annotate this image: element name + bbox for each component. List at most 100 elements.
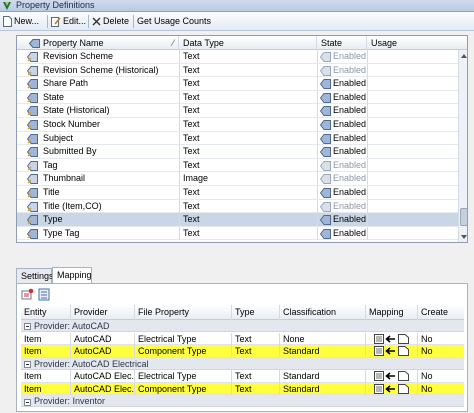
column-label: Property Name <box>43 38 104 48</box>
property-row[interactable]: Share Path Text Enabled <box>17 77 458 91</box>
property-row[interactable]: State (Historical) Text Enabled <box>17 104 458 118</box>
column-label: Entity <box>24 307 47 317</box>
delete-button[interactable]: Delete <box>92 14 129 29</box>
provider-group-label: Provider: AutoCAD Electrical <box>34 358 149 369</box>
mapping-direction-cell[interactable] <box>366 345 418 358</box>
scrollbar-thumb[interactable] <box>460 208 467 226</box>
mapping-row[interactable]: Item AutoCAD Elec... Electrical Type Text St… <box>21 370 464 383</box>
column-divider <box>367 63 368 77</box>
mapping-direction-cell[interactable] <box>366 332 418 345</box>
mapping-direction-cell[interactable] <box>366 370 418 383</box>
collapse-icon[interactable] <box>24 360 31 368</box>
provider-group-header[interactable]: Provider: Inventor <box>21 395 464 408</box>
tab-mapping[interactable]: Mapping <box>52 267 92 283</box>
column-header-mapping[interactable]: Mapping <box>366 305 418 320</box>
vertical-scrollbar[interactable] <box>458 50 467 242</box>
column-header-data-type[interactable]: Data Type <box>179 36 317 50</box>
data-type-cell: Text <box>183 118 200 129</box>
mapping-grid: Entity Provider File Property Type Class… <box>21 305 464 413</box>
property-row[interactable]: Thumbnail Image Enabled <box>17 172 458 186</box>
data-type-cell: Text <box>183 91 200 102</box>
property-row[interactable]: Subject Text Enabled <box>17 131 458 146</box>
property-row[interactable]: Title (Item,CO) Text Enabled <box>17 199 458 214</box>
mapping-row[interactable]: Item AutoCAD Elec... Component Type Text Sta… <box>21 382 464 396</box>
column-header-file-property[interactable]: File Property <box>135 305 232 320</box>
property-name-cell: Revision Scheme (Historical) <box>43 64 159 75</box>
column-header-create[interactable]: Create <box>418 305 464 320</box>
column-divider <box>367 145 368 159</box>
column-divider <box>317 185 318 199</box>
toolbar-separator <box>47 15 48 28</box>
property-row[interactable]: Tag Text Enabled <box>17 158 458 173</box>
column-divider <box>317 90 318 104</box>
property-name-cell: Share Path <box>43 78 89 89</box>
add-mapping-icon[interactable] <box>21 288 34 301</box>
new-document-icon <box>3 16 12 28</box>
data-type-cell: Text <box>183 64 200 75</box>
grid-header: Property Name ⁄ Data Type State Usage <box>17 36 467 50</box>
mapping-row[interactable]: Item AutoCAD Component Type Text Standard No <box>21 345 464 358</box>
edit-label: Edit... <box>63 16 87 26</box>
column-divider <box>179 77 180 91</box>
column-divider <box>367 226 368 240</box>
property-row[interactable]: Type Text Enabled <box>17 213 458 227</box>
state-cell: Enabled <box>333 132 367 143</box>
column-label: Classification <box>283 307 337 317</box>
property-row[interactable]: Submitted By Text Enabled <box>17 145 458 159</box>
column-divider <box>317 131 318 145</box>
column-divider <box>179 63 180 77</box>
column-divider <box>317 77 318 91</box>
column-filter-icon[interactable]: ⁄ <box>172 36 174 50</box>
property-tag-icon <box>26 147 38 158</box>
column-divider <box>317 145 318 159</box>
column-header-usage[interactable]: Usage <box>367 36 458 50</box>
edit-button[interactable]: Edit... <box>51 14 86 29</box>
mapping-row[interactable]: Item AutoCAD Electrical Type Text None No <box>21 332 464 346</box>
provider-group-header[interactable]: Provider: AutoCAD <box>21 320 464 332</box>
column-header-property-name[interactable]: Property Name ⁄ <box>17 36 179 50</box>
provider-cell: AutoCAD Elec... <box>71 382 135 395</box>
get-usage-counts-button[interactable]: Get Usage Counts <box>137 14 211 29</box>
state-cell: Enabled <box>333 64 367 75</box>
column-divider <box>367 77 368 91</box>
property-row[interactable]: Revision Scheme (Historical) Text Enabled <box>17 63 458 78</box>
column-divider <box>317 199 318 213</box>
property-tag-icon <box>26 174 38 185</box>
mapping-direction-cell[interactable] <box>366 382 418 395</box>
column-label: State <box>321 38 343 48</box>
collapse-icon[interactable] <box>24 398 31 406</box>
property-name-cell: Subject <box>43 132 74 143</box>
new-button[interactable]: New... <box>3 14 39 29</box>
column-header-provider[interactable]: Provider <box>71 305 135 320</box>
column-header-classification[interactable]: Classification <box>280 305 366 320</box>
scroll-down-icon[interactable] <box>461 235 467 239</box>
provider-group-header[interactable]: Provider: AutoCAD Electrical <box>21 357 464 370</box>
column-divider <box>367 104 368 118</box>
column-divider <box>179 213 180 227</box>
column-label: Mapping <box>369 307 404 317</box>
property-row[interactable]: Type Tag Text Enabled <box>17 226 458 241</box>
collapse-icon[interactable] <box>24 323 31 331</box>
property-tag-icon <box>29 39 40 48</box>
data-type-cell: Image <box>183 173 209 184</box>
column-header-type[interactable]: Type <box>232 305 280 320</box>
provider-group-label: Provider: Inventor <box>34 396 106 407</box>
toolbar: New... Edit... Delete Get Usage Counts <box>0 12 474 31</box>
file-property-cell: Electrical Type <box>135 332 232 345</box>
toolbar-separator <box>133 15 134 28</box>
column-header-entity[interactable]: Entity <box>21 305 71 320</box>
column-header-state[interactable]: State <box>317 36 367 50</box>
state-cell: Enabled <box>333 159 367 170</box>
state-cell: Enabled <box>333 173 367 184</box>
column-divider <box>367 158 368 172</box>
create-cell: No <box>421 333 433 344</box>
tab-settings[interactable]: Settings <box>16 268 54 283</box>
property-row[interactable]: State Text Enabled <box>17 90 458 105</box>
property-row[interactable]: Revision Scheme Text Enabled <box>17 50 458 64</box>
state-cell: Enabled <box>333 214 367 225</box>
property-row[interactable]: Stock Number Text Enabled <box>17 117 458 132</box>
column-divider <box>367 117 368 131</box>
scroll-up-icon[interactable] <box>461 54 467 58</box>
remove-mapping-icon[interactable] <box>38 288 50 301</box>
property-row[interactable]: Title Text Enabled <box>17 185 458 200</box>
